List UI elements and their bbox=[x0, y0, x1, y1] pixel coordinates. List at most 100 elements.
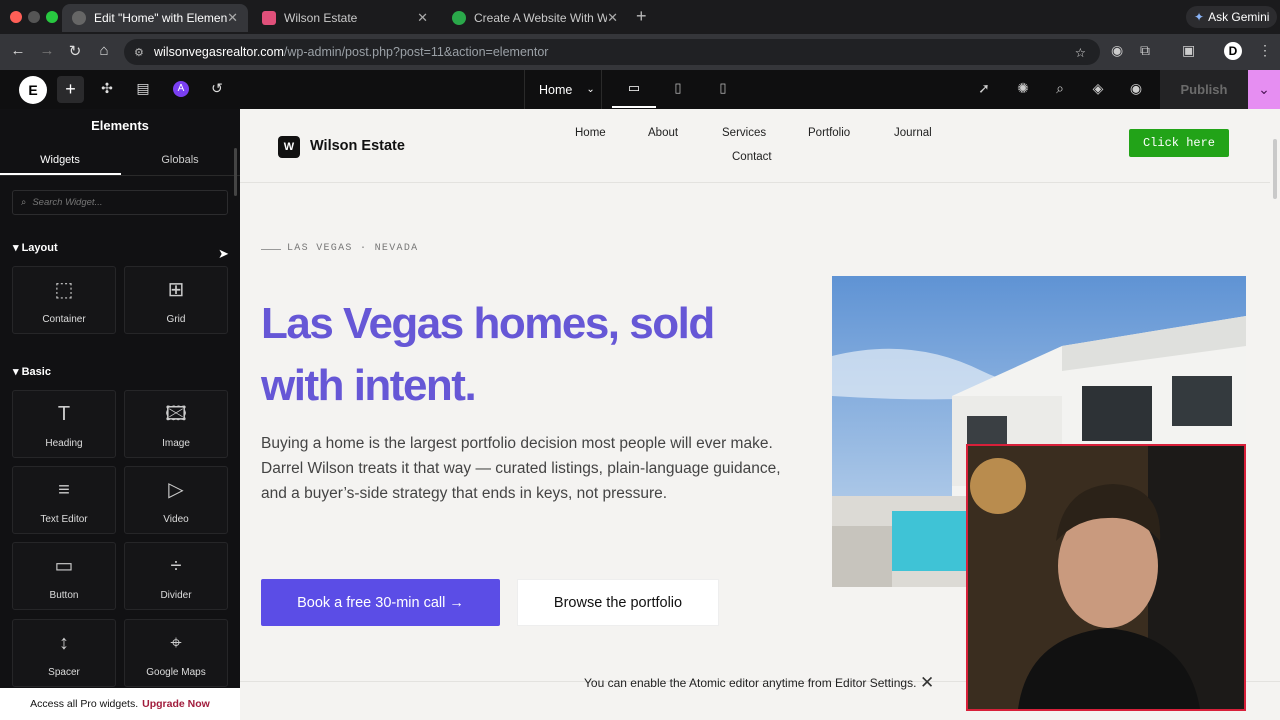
widget-text-editor[interactable]: ≡ Text Editor bbox=[12, 466, 116, 534]
close-tab-icon[interactable]: ✕ bbox=[227, 10, 238, 26]
site-info-icon[interactable]: ⚙ bbox=[134, 46, 144, 59]
close-window-button[interactable] bbox=[10, 11, 22, 23]
bookmark-star-icon[interactable]: ☆ bbox=[1075, 45, 1086, 60]
browse-portfolio-button[interactable]: Browse the portfolio bbox=[517, 579, 719, 626]
address-bar[interactable]: ⚙ wilsonvegasrealtor.com/wp-admin/post.p… bbox=[124, 39, 1100, 65]
site-brand-name[interactable]: Wilson Estate bbox=[310, 138, 405, 154]
button-icon: ▭ bbox=[54, 555, 74, 577]
section-layout-label: Layout bbox=[21, 242, 58, 254]
panel-scrollbar[interactable] bbox=[234, 148, 237, 196]
elementor-logo[interactable]: E bbox=[19, 76, 47, 104]
close-tab-icon[interactable]: ✕ bbox=[607, 10, 618, 26]
browser-tab-create-website[interactable]: Create A Website With WordP ✕ bbox=[442, 4, 628, 32]
nav-contact[interactable]: Contact bbox=[732, 151, 772, 163]
widget-label: Grid bbox=[166, 314, 186, 325]
widget-image[interactable]: 🖾 Image bbox=[124, 390, 228, 458]
widget-google-maps[interactable]: ⌖ Google Maps bbox=[124, 619, 228, 687]
more-menu-icon[interactable]: ⋮ bbox=[1258, 42, 1272, 59]
widget-video[interactable]: ▷ Video bbox=[124, 466, 228, 534]
ask-gemini-button[interactable]: ✦ Ask Gemini bbox=[1186, 6, 1278, 28]
widget-label: Spacer bbox=[48, 667, 80, 678]
widget-heading[interactable]: T Heading bbox=[12, 390, 116, 458]
publish-options-chevron-icon[interactable]: ⌄ bbox=[1248, 70, 1280, 109]
tab-widgets[interactable]: Widgets bbox=[0, 154, 120, 166]
video-icon: ▷ bbox=[168, 479, 184, 501]
pro-text: Access all Pro widgets. bbox=[30, 698, 139, 710]
launch-icon[interactable]: ➚ bbox=[974, 80, 994, 97]
browser-tab-elementor[interactable]: Edit "Home" with Elementor ✕ bbox=[62, 4, 248, 32]
ask-gemini-label: Ask Gemini bbox=[1208, 10, 1270, 24]
wordpress-icon bbox=[72, 11, 86, 25]
hero-title: Las Vegas homes, sold with intent. bbox=[261, 299, 715, 410]
gemini-icon: ✦ bbox=[1194, 10, 1205, 24]
header-cta-button[interactable]: Click here bbox=[1129, 129, 1229, 157]
desktop-view-icon[interactable]: ▭ bbox=[624, 80, 644, 96]
ai-assistant-icon[interactable]: A bbox=[173, 81, 189, 97]
mobile-view-icon[interactable]: ▯ bbox=[713, 80, 733, 96]
widget-label: Button bbox=[49, 590, 79, 601]
back-icon[interactable]: ← bbox=[10, 42, 26, 59]
heading-icon: T bbox=[57, 403, 71, 425]
camera-extension-icon[interactable]: ◉ bbox=[1111, 42, 1123, 59]
site-settings-icon[interactable]: ✣ bbox=[97, 80, 117, 97]
page-selector-label: Home bbox=[539, 82, 573, 97]
widget-label: Text Editor bbox=[40, 514, 88, 525]
url-path: /wp-admin/post.php?post=11&action=elemen… bbox=[283, 45, 549, 59]
tab-globals[interactable]: Globals bbox=[120, 154, 240, 166]
site-logo[interactable]: W bbox=[278, 136, 300, 158]
nav-services[interactable]: Services bbox=[722, 127, 766, 139]
tab-label: Wilson Estate bbox=[284, 11, 358, 25]
close-toast-icon[interactable]: ✕ bbox=[920, 673, 934, 693]
leaf-favicon-icon bbox=[452, 11, 466, 25]
structure-layers-icon[interactable]: ◈ bbox=[1088, 80, 1108, 97]
home-icon[interactable]: ⌂ bbox=[96, 42, 112, 59]
tab-label: Edit "Home" with Elementor bbox=[94, 11, 228, 25]
history-icon[interactable]: ↺ bbox=[207, 80, 227, 97]
nav-home[interactable]: Home bbox=[575, 127, 606, 139]
profile-avatar[interactable]: D bbox=[1224, 42, 1242, 60]
site-favicon-icon bbox=[262, 11, 276, 25]
hero-eyebrow: LAS VEGAS · NEVADA bbox=[287, 243, 419, 254]
nav-about[interactable]: About bbox=[648, 127, 678, 139]
widget-container[interactable]: ⬚ Container bbox=[12, 266, 116, 334]
widget-grid[interactable]: ⊞ Grid bbox=[124, 266, 228, 334]
widget-label: Video bbox=[163, 514, 189, 525]
sidebar-icon[interactable]: ▣ bbox=[1182, 42, 1195, 59]
widget-divider[interactable]: ÷ Divider bbox=[124, 542, 228, 610]
browser-tab-wilson-estate[interactable]: Wilson Estate ✕ bbox=[252, 4, 438, 32]
maximize-window-button[interactable] bbox=[46, 11, 58, 23]
widget-search-input[interactable]: ⌕ Search Widget... bbox=[12, 190, 228, 215]
section-basic-label: Basic bbox=[21, 366, 51, 378]
close-tab-icon[interactable]: ✕ bbox=[417, 10, 428, 26]
forward-icon[interactable]: → bbox=[39, 42, 55, 59]
eyebrow-rule bbox=[261, 249, 281, 250]
search-icon[interactable]: ⌕ bbox=[1050, 80, 1070, 97]
widget-label: Divider bbox=[160, 590, 192, 601]
notifications-icon[interactable]: ✺ bbox=[1013, 80, 1033, 97]
new-tab-icon[interactable]: + bbox=[636, 6, 647, 27]
minimize-window-button[interactable] bbox=[28, 11, 40, 23]
nav-portfolio[interactable]: Portfolio bbox=[808, 127, 850, 139]
widget-button[interactable]: ▭ Button bbox=[12, 542, 116, 610]
section-basic[interactable]: ▾ Basic bbox=[13, 365, 51, 378]
active-device-indicator bbox=[612, 106, 656, 108]
canvas-scrollbar[interactable] bbox=[1273, 139, 1277, 199]
pro-upgrade-banner: Access all Pro widgets. Upgrade Now bbox=[0, 688, 240, 720]
add-element-button[interactable]: + bbox=[57, 76, 84, 103]
book-call-button[interactable]: Book a free 30-min call → bbox=[261, 579, 500, 626]
upgrade-now-link[interactable]: Upgrade Now bbox=[142, 698, 210, 710]
reload-icon[interactable]: ↻ bbox=[67, 42, 83, 60]
page-selector[interactable]: Home ⌄ bbox=[524, 70, 602, 109]
extensions-icon[interactable]: ⧉ bbox=[1140, 42, 1150, 59]
nav-journal[interactable]: Journal bbox=[894, 127, 932, 139]
section-layout[interactable]: ▾ Layout bbox=[13, 241, 58, 254]
widget-label: Container bbox=[42, 314, 86, 325]
tab-label: Create A Website With WordP bbox=[474, 11, 608, 25]
widget-label: Google Maps bbox=[146, 667, 206, 678]
page-settings-icon[interactable]: ▤ bbox=[133, 80, 153, 97]
widget-spacer[interactable]: ↕ Spacer bbox=[12, 619, 116, 687]
preview-eye-icon[interactable]: ◉ bbox=[1126, 80, 1146, 97]
map-icon: ⌖ bbox=[170, 632, 182, 654]
tablet-view-icon[interactable]: ▯ bbox=[668, 80, 688, 96]
publish-button[interactable]: Publish bbox=[1160, 70, 1248, 109]
